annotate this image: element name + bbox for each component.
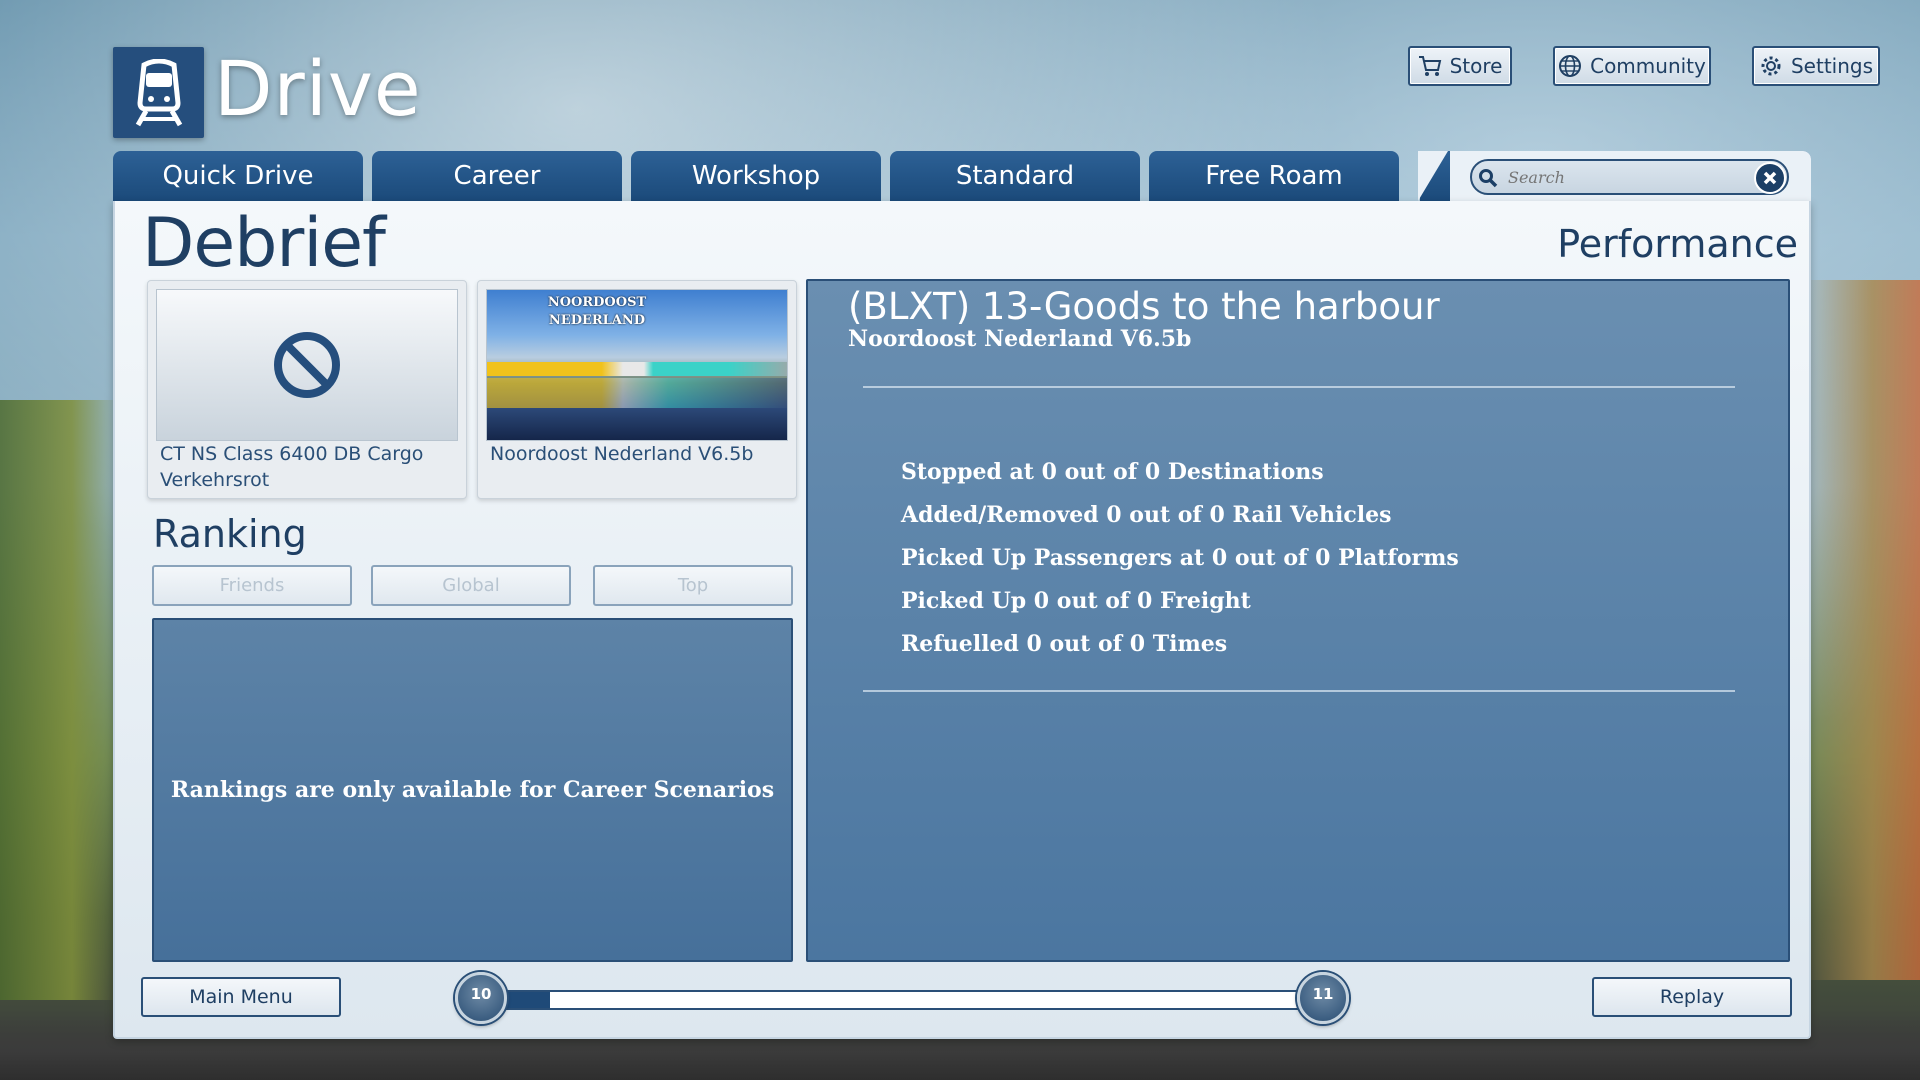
no-symbol-icon	[274, 332, 340, 398]
ranking-global-button[interactable]: Global	[371, 565, 571, 606]
tab-standard[interactable]: Standard	[890, 151, 1140, 201]
search-icon	[1479, 169, 1498, 188]
gear-icon	[1761, 56, 1781, 76]
cart-icon	[1418, 56, 1441, 76]
next-level-badge: 11	[1297, 972, 1349, 1024]
stat-freight: Picked Up 0 out of 0 Freight	[901, 588, 1251, 614]
route-image-trains	[487, 362, 787, 376]
search-input[interactable]	[1508, 167, 1738, 187]
main-menu-button[interactable]: Main Menu	[141, 977, 341, 1017]
tab-workshop[interactable]: Workshop	[631, 151, 881, 201]
ranking-title: Ranking	[153, 512, 307, 556]
page-title: Debrief	[142, 204, 386, 283]
search-field[interactable]	[1470, 159, 1789, 195]
ranking-message: Rankings are only available for Career S…	[170, 777, 775, 803]
clear-search-icon[interactable]	[1754, 162, 1786, 194]
current-level-badge: 10	[455, 972, 507, 1024]
divider-top	[863, 386, 1735, 388]
stat-rail-vehicles: Added/Removed 0 out of 0 Rail Vehicles	[901, 502, 1392, 528]
route-image-title-line1: NOORDOOST	[547, 295, 647, 310]
settings-button[interactable]: Settings	[1752, 46, 1880, 86]
divider-bottom	[863, 690, 1735, 692]
background-foliage-right	[1800, 280, 1920, 980]
level-progress-fill	[502, 992, 551, 1008]
locomotive-card[interactable]: CT NS Class 6400 DB Cargo Verkehrsrot	[147, 280, 467, 499]
performance-panel: (BLXT) 13-Goods to the harbour Noordoost…	[806, 279, 1790, 962]
community-button[interactable]: Community	[1553, 46, 1711, 86]
stat-passengers: Picked Up Passengers at 0 out of 0 Platf…	[901, 545, 1459, 571]
store-label: Store	[1449, 54, 1503, 78]
community-label: Community	[1590, 54, 1706, 78]
replay-button[interactable]: Replay	[1592, 977, 1792, 1017]
route-image-reflection	[487, 378, 787, 408]
ranking-top-button[interactable]: Top	[593, 565, 793, 606]
route-label: Noordoost Nederland V6.5b	[490, 443, 754, 465]
store-button[interactable]: Store	[1408, 46, 1512, 86]
route-card[interactable]: NOORDOOST NEDERLAND Noordoost Nederland …	[477, 280, 797, 499]
scenario-title: (BLXT) 13-Goods to the harbour	[848, 285, 1440, 328]
performance-title: Performance	[1557, 222, 1798, 266]
ranking-list: Rankings are only available for Career S…	[152, 618, 793, 962]
app-title: Drive	[214, 44, 422, 133]
tab-free-roam[interactable]: Free Roam	[1149, 151, 1399, 201]
tab-quick-drive[interactable]: Quick Drive	[113, 151, 363, 201]
stat-refuelled: Refuelled 0 out of 0 Times	[901, 631, 1228, 657]
scenario-route: Noordoost Nederland V6.5b	[848, 326, 1192, 352]
background-foliage-left	[0, 400, 120, 1000]
ranking-friends-button[interactable]: Friends	[152, 565, 352, 606]
performance-stats: Stopped at 0 out of 0 Destinations Added…	[901, 451, 1459, 666]
level-progress-bar	[500, 990, 1310, 1010]
locomotive-thumbnail	[156, 289, 458, 441]
tab-career[interactable]: Career	[372, 151, 622, 201]
route-image-title-line2: NEDERLAND	[548, 313, 646, 328]
train-logo-icon	[113, 47, 204, 138]
settings-label: Settings	[1790, 54, 1874, 78]
route-thumbnail: NOORDOOST NEDERLAND	[486, 289, 788, 441]
globe-icon	[1559, 55, 1582, 77]
locomotive-label: CT NS Class 6400 DB Cargo Verkehrsrot	[160, 443, 424, 491]
stat-destinations: Stopped at 0 out of 0 Destinations	[901, 459, 1324, 485]
